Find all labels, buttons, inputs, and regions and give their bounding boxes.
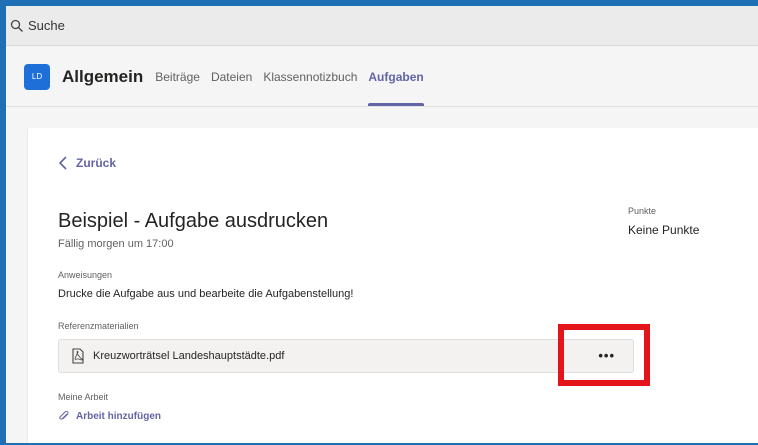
instructions-label: Anweisungen — [58, 270, 113, 280]
back-label: Zurück — [76, 156, 117, 170]
points-value: Keine Punkte — [628, 223, 700, 237]
paperclip-icon — [58, 410, 70, 422]
channel-title: Allgemein — [62, 66, 144, 86]
add-work-label: Arbeit hinzufügen — [76, 410, 161, 422]
tab-dateien[interactable]: Dateien — [211, 47, 252, 106]
tab-beitraege[interactable]: Beiträge — [155, 47, 200, 106]
instructions-text: Drucke die Aufgabe aus und bearbeite die… — [58, 288, 354, 300]
search-label: Suche — [28, 18, 65, 33]
due-date: Fällig morgen um 17:00 — [58, 238, 174, 250]
assignment-title: Beispiel - Aufgabe ausdrucken — [58, 210, 329, 232]
search-icon — [10, 19, 24, 33]
file-name: Kreuzworträtsel Landeshauptstädte.pdf — [93, 350, 285, 362]
tab-aufgaben[interactable]: Aufgaben — [368, 47, 425, 106]
pdf-file-icon — [71, 348, 85, 364]
add-work-link[interactable]: Arbeit hinzufügen — [58, 410, 161, 422]
my-work-label: Meine Arbeit — [58, 392, 109, 402]
highlight-annotation — [558, 324, 650, 386]
back-link[interactable]: Zurück — [58, 156, 116, 170]
search-bar[interactable]: Suche — [6, 6, 758, 46]
reference-materials-label: Referenzmaterialien — [58, 321, 139, 331]
app-window: Suche LD Allgemein Beiträge Dateien Klas… — [0, 0, 758, 445]
channel-tabs: Beiträge Dateien Klassennotizbuch Aufgab… — [155, 47, 434, 106]
chevron-left-icon — [58, 156, 68, 170]
channel-header: LD Allgemein Beiträge Dateien Klassennot… — [6, 47, 758, 107]
team-avatar[interactable]: LD — [24, 63, 50, 90]
points-label: Punkte — [628, 206, 657, 216]
reference-file[interactable]: Kreuzworträtsel Landeshauptstädte.pdf ••… — [58, 339, 634, 373]
tab-klassennotizbuch[interactable]: Klassennotizbuch — [263, 47, 357, 106]
assignment-card: Zurück Beispiel - Aufgabe ausdrucken Fäl… — [28, 128, 758, 443]
